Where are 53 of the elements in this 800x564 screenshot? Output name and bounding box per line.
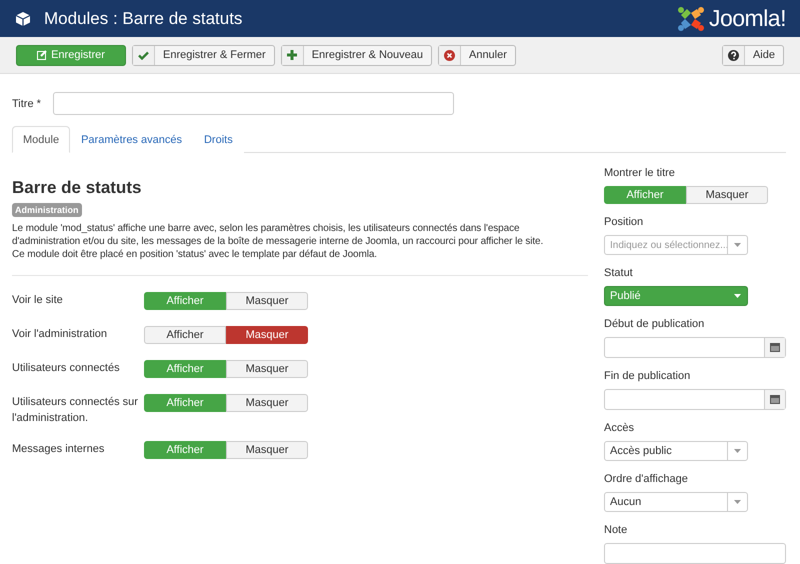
field-label: Fin de publication — [604, 370, 692, 382]
description: Le module 'mod_status' affiche une barre avec, selon les paramètres choisis, les utilisateurs connectés dans l'espace d'administration et/ou du site, les messages de la boîte de messagerie interne de Joomla, un raccourci pour afficher le site. — [12, 222, 544, 248]
calendar-button[interactable] — [764, 390, 785, 409]
edit-icon — [37, 50, 48, 60]
setting-label: Voir l'administration — [12, 327, 108, 342]
brand-name: Joomla! — [708, 5, 786, 32]
field-label: Début de publication — [604, 318, 706, 330]
date-field[interactable] — [604, 389, 786, 410]
toggle-option[interactable]: Masquer — [226, 326, 308, 344]
cancel-icon — [444, 50, 455, 60]
toggle-option[interactable]: Masquer — [226, 441, 308, 459]
field-label: Titre * — [12, 98, 41, 110]
toggle-option[interactable]: Masquer — [226, 292, 308, 310]
caret-icon — [734, 294, 740, 298]
toggle-option[interactable]: Masquer — [686, 186, 768, 204]
help-icon — [728, 50, 739, 60]
setting-label: Messages internes — [12, 442, 106, 457]
note-field[interactable] — [604, 543, 786, 564]
toggle-option[interactable]: Masquer — [226, 360, 308, 378]
toggle-option[interactable]: Afficher — [144, 326, 226, 344]
setting-label: Voir le site — [12, 293, 64, 308]
field-label: Position — [604, 216, 644, 228]
toggle-option[interactable]: Masquer — [226, 394, 308, 412]
help-button[interactable]: Aide — [722, 44, 784, 66]
caret-icon — [734, 500, 741, 504]
cube-icon — [16, 12, 30, 26]
badge: Administration — [12, 203, 82, 217]
save-new-button[interactable]: Enregistrer & Nouveau — [280, 44, 432, 66]
check-icon — [138, 50, 149, 60]
cancel-button[interactable]: Annuler — [438, 44, 516, 66]
select-field[interactable]: Accès public — [604, 441, 748, 461]
field-label: Accès — [604, 422, 635, 434]
plus-icon — [287, 50, 298, 60]
calendar-icon — [770, 343, 780, 352]
field-label: Statut — [604, 267, 634, 279]
field-label: Note — [604, 524, 628, 536]
save-close-button[interactable]: Enregistrer & Fermer — [132, 44, 275, 66]
description: Ce module doit être placé en position 'status' avec le template par défaut de Joomla. — [12, 248, 378, 261]
select-field[interactable]: Aucun — [604, 492, 748, 512]
date-field[interactable] — [604, 337, 786, 358]
calendar-button[interactable] — [764, 338, 785, 357]
caret-icon — [734, 243, 741, 247]
setting-label: Utilisateurs connectés — [12, 361, 121, 376]
title-field[interactable] — [52, 92, 454, 115]
setting-label: Utilisateurs connectés sur l'administration. — [12, 395, 139, 426]
calendar-icon — [770, 395, 780, 404]
field-label: Montrer le titre — [604, 167, 676, 179]
caret-icon — [734, 449, 741, 453]
logo-icon — [676, 4, 705, 32]
tab[interactable]: Module — [12, 126, 70, 153]
module-heading: Barre de statuts — [12, 178, 142, 198]
field-label: Ordre d'affichage — [604, 473, 689, 485]
page-title: Modules : Barre de statuts — [44, 8, 244, 28]
